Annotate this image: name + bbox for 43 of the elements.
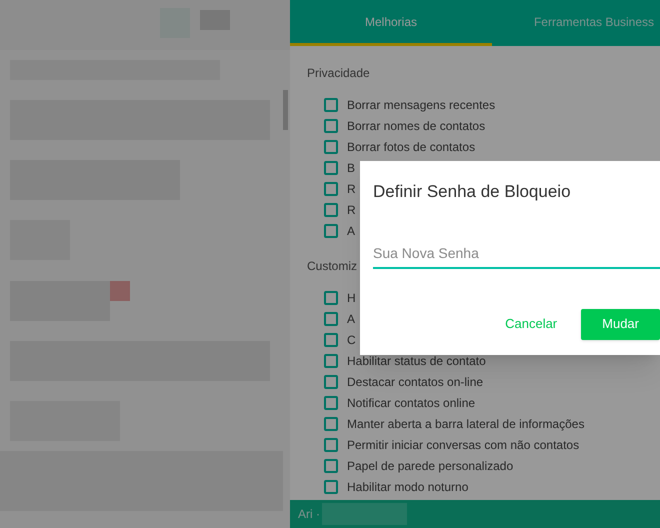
checkbox[interactable] [324,374,338,388]
option-label: Notificar contatos online [347,394,476,412]
checkbox[interactable] [324,290,338,304]
option-label: A [347,222,356,240]
checkbox[interactable] [324,312,338,326]
tab[interactable]: Ferramentas Business [492,0,660,46]
tab[interactable]: Melhorias [290,0,492,46]
option-label: C [347,332,356,348]
checkbox[interactable] [324,354,338,368]
checkbox[interactable] [324,118,338,132]
checkbox[interactable] [324,224,338,238]
checkbox[interactable] [324,332,338,346]
option-label: Permitir iniciar conversas com não contatos [347,436,580,454]
footer-text: Ari · [298,506,320,523]
checkbox[interactable] [324,182,338,196]
option-label: A [347,310,356,328]
cancel-button[interactable]: Cancelar [497,308,566,340]
checkbox[interactable] [324,480,338,494]
checkbox[interactable] [324,458,338,472]
checkbox[interactable] [324,202,338,216]
option-label: Borrar mensagens recentes [347,96,496,114]
option-label: H [347,290,356,306]
password-field[interactable]: Sua Nova Senha [373,238,660,268]
section-heading: Privacidade [307,65,370,82]
section-heading: Customiz [307,258,358,275]
dialog-title: Definir Senha de Bloqueio [373,181,571,203]
option-label: Habilitar status de contato [347,352,486,370]
option-label: Papel de parede personalizado [347,458,514,474]
checkbox[interactable] [324,416,338,430]
change-button[interactable]: Mudar [581,308,660,340]
option-label: Destacar contatos on-line [347,374,484,390]
option-label: Borrar fotos de contatos [347,138,476,156]
checkbox[interactable] [324,160,338,174]
option-label: R [347,202,356,218]
checkbox[interactable] [324,396,338,410]
option-label: Habilitar modo noturno [347,478,468,496]
option-label: Manter aberta a barra lateral de informações [347,416,584,432]
option-label: R [347,180,356,198]
checkbox[interactable] [324,438,338,452]
option-label: Borrar nomes de contatos [347,118,486,134]
option-label: B [347,160,356,176]
checkbox[interactable] [324,140,338,154]
checkbox[interactable] [324,98,338,112]
